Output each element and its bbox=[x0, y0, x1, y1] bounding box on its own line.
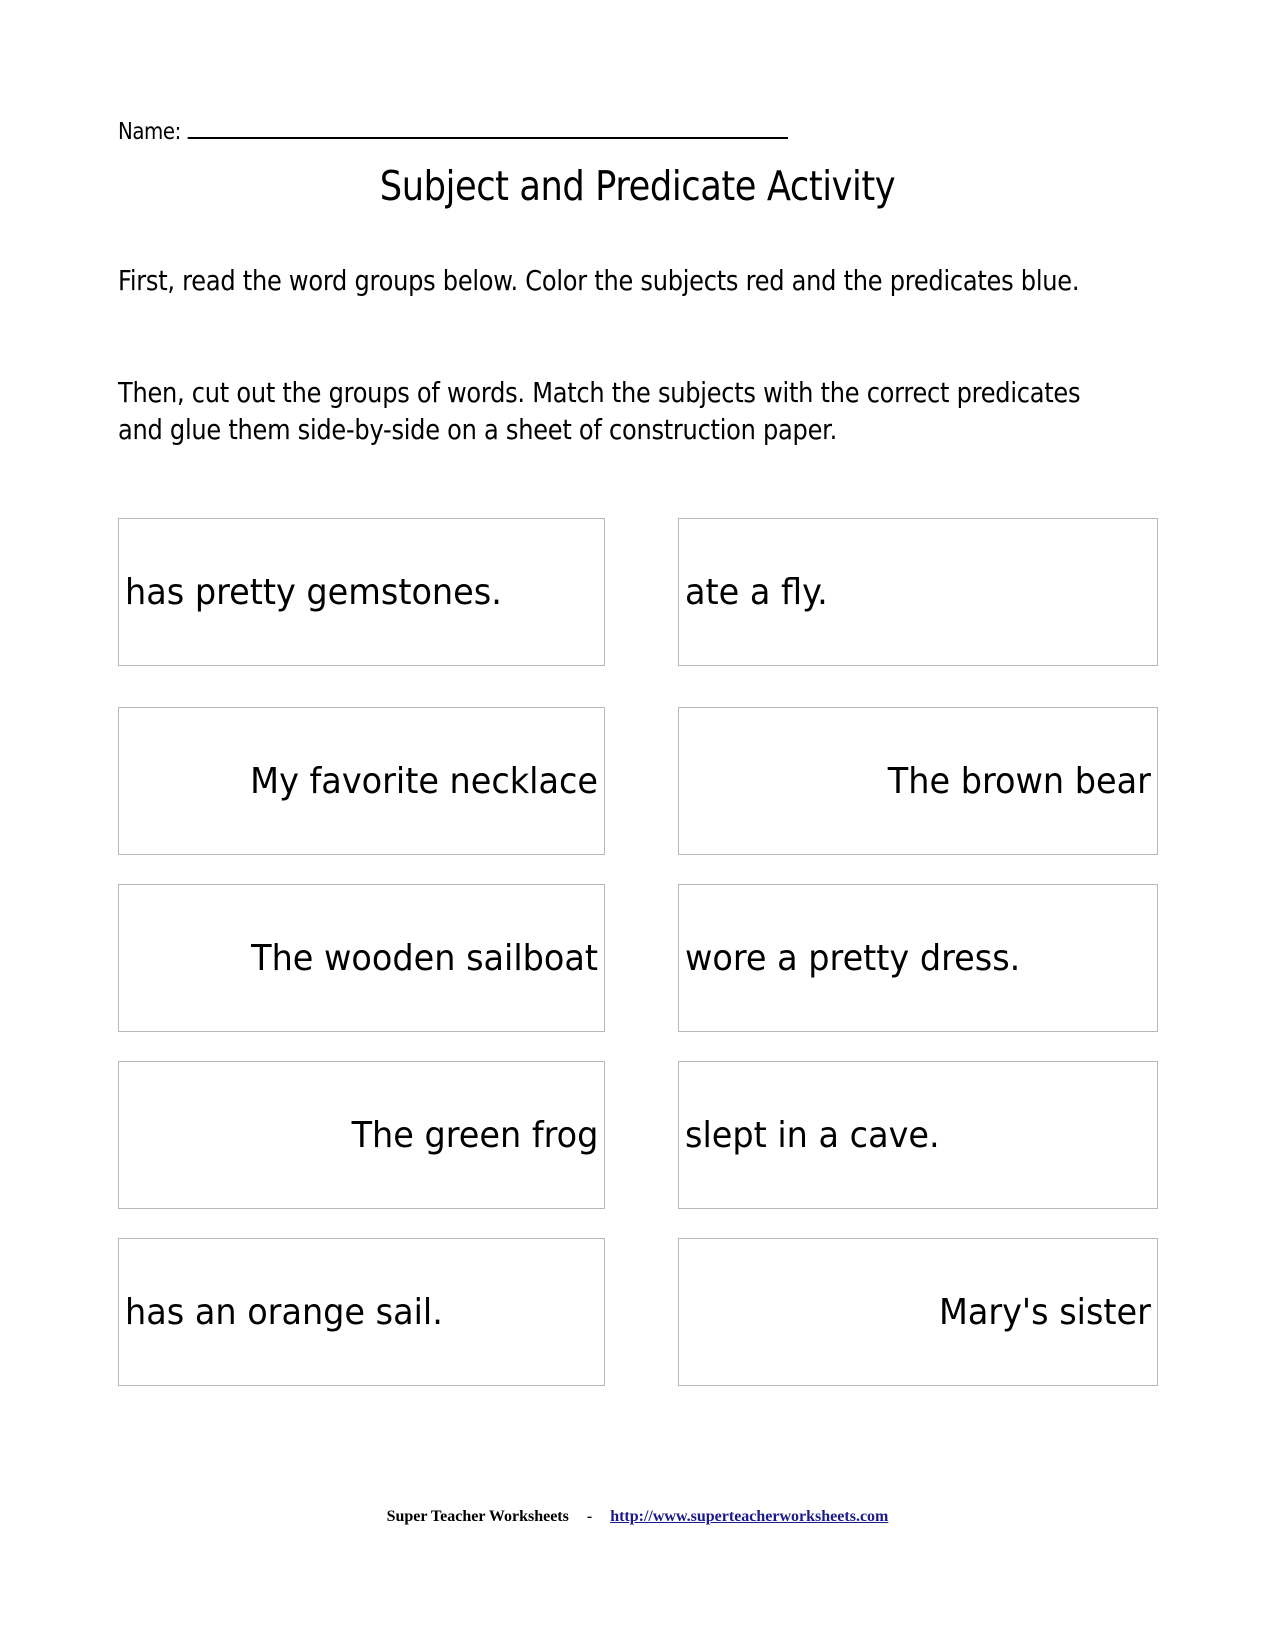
word-card-predicate: wore a pretty dress. bbox=[678, 884, 1158, 1032]
footer-website-link[interactable]: http://www.superteacherworksheets.com bbox=[610, 1508, 888, 1525]
footer-separator: - bbox=[586, 1508, 593, 1525]
card-text: has an orange sail. bbox=[125, 1291, 443, 1333]
word-card-subject: My favorite necklace bbox=[118, 707, 605, 855]
card-text: My favorite necklace bbox=[250, 760, 598, 802]
card-text: ate a fly. bbox=[685, 571, 828, 613]
word-card-predicate: slept in a cave. bbox=[678, 1061, 1158, 1209]
card-text: has pretty gemstones. bbox=[125, 571, 502, 613]
word-card-subject: The green frog bbox=[118, 1061, 605, 1209]
card-text: wore a pretty dress. bbox=[685, 937, 1021, 979]
word-card-predicate: has an orange sail. bbox=[118, 1238, 605, 1386]
name-label: Name: bbox=[118, 119, 181, 145]
card-text: slept in a cave. bbox=[685, 1114, 940, 1156]
footer: Super Teacher Worksheets - http://www.supe… bbox=[0, 1508, 1275, 1526]
word-card-predicate: has pretty gemstones. bbox=[118, 518, 605, 666]
page-title: Subject and Predicate Activity bbox=[379, 162, 896, 210]
word-card-predicate: ate a fly. bbox=[678, 518, 1158, 666]
instruction-paragraph-1: First, read the word groups below. Color… bbox=[118, 264, 1080, 297]
name-field: Name: bbox=[118, 117, 789, 145]
card-text: The wooden sailboat bbox=[251, 937, 598, 979]
word-card-subject: The wooden sailboat bbox=[118, 884, 605, 1032]
word-card-subject: The brown bear bbox=[678, 707, 1158, 855]
instruction-paragraph-2: Then, cut out the groups of words. Match… bbox=[118, 376, 1081, 446]
footer-brand: Super Teacher Worksheets bbox=[386, 1508, 569, 1525]
card-text: The brown bear bbox=[887, 760, 1151, 802]
card-text: Mary's sister bbox=[939, 1291, 1151, 1333]
word-card-subject: Mary's sister bbox=[678, 1238, 1158, 1386]
name-blank-line bbox=[187, 117, 789, 139]
card-text: The green frog bbox=[351, 1114, 598, 1156]
